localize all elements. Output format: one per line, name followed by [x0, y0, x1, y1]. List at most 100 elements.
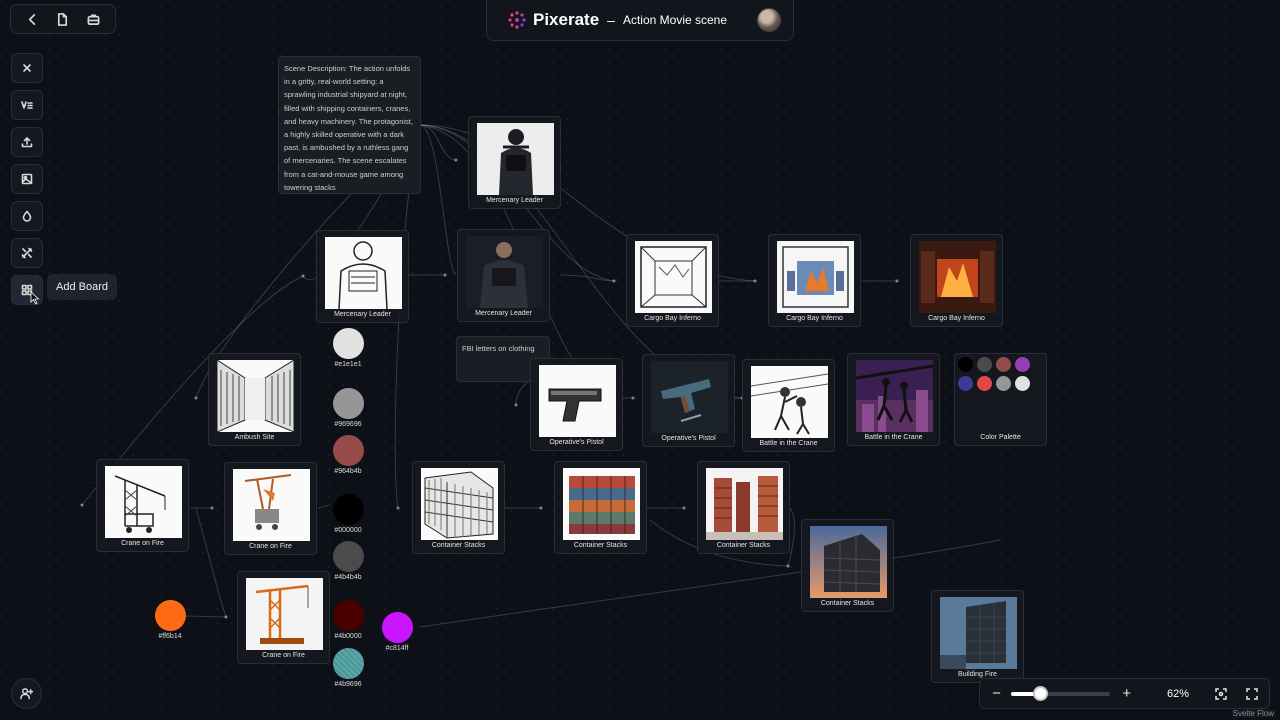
crane-on-fire-node-3[interactable]: Crane on Fire	[237, 571, 330, 664]
node-label: Container Stacks	[716, 542, 771, 549]
container-stacks-node-4[interactable]: Container Stacks	[801, 519, 894, 612]
zoom-slider-knob[interactable]	[1032, 685, 1048, 701]
add-image-button[interactable]	[11, 164, 43, 194]
tools-button[interactable]	[11, 238, 43, 268]
pistol-color-image	[651, 361, 728, 433]
node-label: Cargo Bay Inferno	[928, 315, 985, 322]
color-swatch-node[interactable]: #e1e1e1	[328, 328, 368, 368]
container-dusk-image	[810, 526, 887, 598]
swatch-hex: #000000	[334, 527, 362, 534]
color-swatch-node[interactable]: #969696	[328, 388, 368, 428]
upload-button[interactable]	[11, 127, 43, 157]
add-user-button[interactable]	[11, 678, 42, 709]
node-label: Cargo Bay Inferno	[644, 315, 701, 322]
cargo-bay-color-image	[777, 241, 854, 313]
swatch-dot	[332, 600, 364, 631]
upload-icon	[21, 137, 33, 148]
ambush-site-image	[217, 360, 294, 432]
cargo-bay-inferno-node-2[interactable]: Cargo Bay Inferno	[768, 234, 861, 327]
crane-on-fire-node-1[interactable]: Crane on Fire	[96, 459, 189, 552]
swatch-hex: #964b4b	[334, 468, 362, 475]
building-fire-node[interactable]: Building Fire	[931, 590, 1024, 683]
add-user-icon	[20, 688, 33, 700]
node-label: Battle in the Crane	[864, 434, 923, 441]
swatch-hex: #4b4b4b	[334, 574, 362, 581]
swatch-hex: #c814ff	[385, 645, 409, 652]
color-swatch-node[interactable]: #000000	[328, 494, 368, 534]
crane-sketch-image	[105, 466, 182, 538]
mercenary-leader-sketch-node[interactable]: Mercenary Leader	[316, 230, 409, 323]
app-header: Pixerate – Action Movie scene	[486, 0, 794, 41]
drop-icon	[22, 210, 32, 222]
operatives-pistol-node-1[interactable]: Operative's Pistol	[530, 358, 623, 451]
palette-color-dot	[958, 357, 973, 372]
ambush-site-node[interactable]: Ambush Site	[208, 353, 301, 446]
swatch-dot	[332, 648, 364, 679]
swatch-hex: #ff6b14	[158, 633, 182, 640]
node-label: Battle in the Crane	[759, 440, 818, 447]
battle-in-the-crane-node-2[interactable]: Battle in the Crane	[847, 353, 940, 446]
swatch-dot	[332, 328, 364, 359]
cargo-bay-sketch-image	[635, 241, 712, 313]
cargo-bay-inferno-node-1[interactable]: Cargo Bay Inferno	[626, 234, 719, 327]
node-label: Container Stacks	[820, 600, 875, 607]
text-icon	[21, 101, 33, 109]
briefcase-icon[interactable]	[83, 8, 105, 30]
crane-on-fire-node-2[interactable]: Crane on Fire	[224, 462, 317, 555]
attribution[interactable]: Svelte Flow	[1230, 709, 1276, 718]
mercenary-leader-sketch-image	[325, 237, 402, 309]
zoom-in-button[interactable]: +	[1120, 685, 1133, 702]
mercenary-leader-color-node[interactable]: Mercenary Leader	[457, 229, 550, 322]
add-text-button[interactable]	[11, 90, 43, 120]
container-stacks-node-1[interactable]: Container Stacks	[412, 461, 505, 554]
palette-color-dot	[977, 376, 992, 391]
zoom-controls: − + 62%	[979, 678, 1270, 709]
color-swatch-node[interactable]: #4b0000	[328, 600, 368, 640]
add-board-tooltip: Add Board	[47, 274, 117, 300]
color-palette-node[interactable]: Color Palette	[954, 353, 1047, 446]
color-swatch-node[interactable]: #4b9696	[328, 648, 368, 688]
mouse-cursor-icon	[30, 291, 40, 305]
mercenary-leader-image	[477, 123, 554, 195]
color-swatch-node[interactable]: #964b4b	[328, 435, 368, 475]
swatch-dot	[332, 435, 364, 466]
scene-title[interactable]: Action Movie scene	[623, 13, 757, 27]
left-sidebar	[11, 53, 43, 312]
cargo-bay-inferno-node-3[interactable]: Cargo Bay Inferno	[910, 234, 1003, 327]
color-swatch-node[interactable]: #ff6b14	[150, 600, 190, 640]
color-swatch-node[interactable]: #c814ff	[377, 612, 417, 652]
node-label: Container Stacks	[573, 542, 628, 549]
document-icon[interactable]	[52, 8, 74, 30]
fullscreen-icon[interactable]	[1246, 687, 1259, 701]
swatch-dot	[332, 388, 364, 419]
mercenary-leader-node[interactable]: Mercenary Leader	[468, 116, 561, 209]
building-fire-image	[940, 597, 1017, 669]
node-label: Crane on Fire	[262, 652, 305, 659]
container-stacks-node-2[interactable]: Container Stacks	[554, 461, 647, 554]
node-label: Crane on Fire	[249, 543, 292, 550]
container-color-image	[563, 468, 640, 540]
palette-grid	[958, 357, 1038, 391]
node-label: Mercenary Leader	[486, 197, 543, 204]
scene-description-node[interactable]: Scene Description: The action unfolds in…	[278, 56, 421, 194]
swatch-dot	[381, 612, 413, 643]
node-label: Cargo Bay Inferno	[786, 315, 843, 322]
container-sketch-image	[421, 468, 498, 540]
crane-color-image	[233, 469, 310, 541]
battle-in-the-crane-node-1[interactable]: Battle in the Crane	[742, 359, 835, 452]
zoom-out-button[interactable]: −	[990, 685, 1003, 702]
fit-view-icon[interactable]	[1215, 687, 1228, 701]
zoom-slider[interactable]	[1011, 685, 1111, 701]
color-button[interactable]	[11, 201, 43, 231]
container-stacks-node-3[interactable]: Container Stacks	[697, 461, 790, 554]
palette-color-dot	[1015, 376, 1030, 391]
color-swatch-node[interactable]: #4b4b4b	[328, 541, 368, 581]
user-avatar[interactable]	[757, 8, 781, 32]
swatch-dot	[332, 541, 364, 572]
close-button[interactable]	[11, 53, 43, 83]
back-arrow-icon[interactable]	[21, 8, 43, 30]
node-label: Ambush Site	[234, 434, 275, 441]
container-render-image	[706, 468, 783, 540]
zoom-level: 62%	[1167, 687, 1190, 700]
operatives-pistol-node-2[interactable]: Operative's Pistol	[642, 354, 735, 447]
